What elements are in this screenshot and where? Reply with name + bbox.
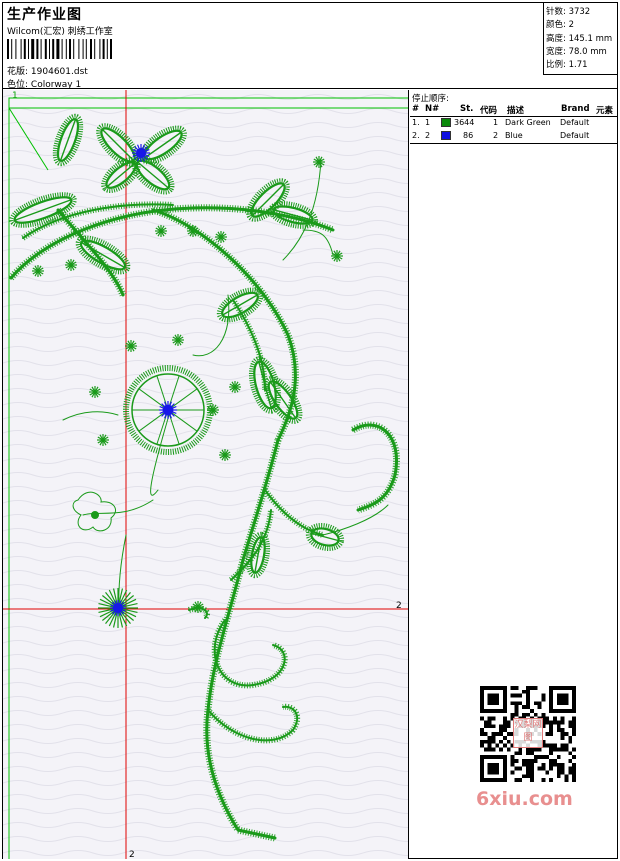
row2-brand: Default [560, 131, 590, 140]
row1-brand: Default [560, 118, 590, 127]
row2-color-swatch [441, 131, 451, 140]
row1-desc: Dark Green [505, 118, 551, 127]
col-header-needle: N# [425, 104, 440, 114]
watermark-site: 6xiu.com [476, 788, 573, 810]
stat-stitches: 针数: 3732 [546, 7, 591, 17]
header-info: 生产作业图 Wilcom(汇宏) 刺绣工作室 花版: 1904601.dst 色… [3, 3, 543, 90]
company-name: Wilcom(汇宏) 刺绣工作室 [7, 27, 113, 37]
watermark-seal: 汉梨网图 [513, 718, 543, 748]
row2-stitches: 86 [463, 131, 474, 140]
design-stats: 针数: 3732 颜色: 2 高度: 145.1 mm 宽度: 78.0 mm … [543, 3, 617, 75]
stop-sequence-panel: 停止顺序: # N# St. 代码 描述 Brand 元素 1. 1 3644 … [410, 90, 617, 144]
design-preview[interactable]: 1 2 2 [3, 90, 409, 859]
colorway-label: 色位: [7, 80, 29, 90]
col-header-brand: Brand [561, 104, 590, 114]
design-file-label: 花版: [7, 67, 29, 77]
col-header-element: 元素 [596, 106, 614, 116]
embroidery-artwork: 1 2 2 [3, 90, 408, 859]
stat-colors: 颜色: 2 [546, 20, 574, 31]
col-header-index: # [412, 104, 420, 114]
row1-needle: 1 [425, 118, 431, 127]
stop-sequence-title: 停止顺序: [412, 94, 449, 104]
horizontal-marker-label: 2 [396, 601, 402, 611]
sheet-header: 生产作业图 Wilcom(汇宏) 刺绣工作室 花版: 1904601.dst 色… [3, 3, 617, 90]
row1-stitches: 3644 [454, 118, 475, 127]
colorway-line: 色位: Colorway 1 [7, 77, 81, 90]
col-header-stitches: St. [460, 104, 474, 114]
design-file-line: 花版: 1904601.dst [7, 64, 88, 77]
row1-color-swatch [441, 118, 451, 127]
col-header-code: 代码 [480, 106, 498, 116]
row2-desc: Blue [505, 131, 523, 140]
stat-scale: 比例: 1.71 [546, 60, 588, 71]
design-file-value: 1904601.dst [30, 67, 88, 77]
row1-index: 1. [412, 118, 420, 127]
vertical-marker-label: 2 [129, 850, 135, 859]
corner-marker-label: 1 [12, 91, 18, 101]
row1-code: 1 [493, 118, 499, 127]
row2-needle: 2 [425, 131, 431, 140]
col-header-desc: 描述 [507, 106, 525, 116]
sheet-title: 生产作业图 [7, 7, 82, 23]
row2-index: 2. [412, 131, 420, 140]
stat-height: 高度: 145.1 mm [546, 33, 613, 44]
colorway-value: Colorway 1 [30, 80, 82, 90]
stat-width: 宽度: 78.0 mm [546, 46, 607, 57]
row2-code: 2 [493, 131, 499, 140]
header-divider [410, 116, 617, 117]
barcode-icon [7, 39, 112, 59]
